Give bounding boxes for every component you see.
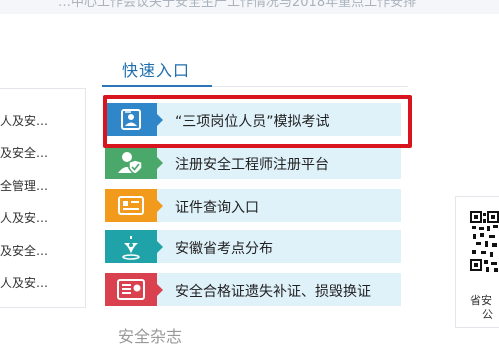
list-item[interactable]: 全管理… (0, 177, 48, 194)
active-tab-underline (102, 85, 212, 87)
list-item[interactable]: 及安全… (0, 242, 48, 259)
qr-caption-line2: 公 (482, 308, 493, 321)
safety-engineer-registration-link[interactable]: 注册安全工程师注册平台 (105, 146, 401, 179)
id-card-person-icon (105, 103, 163, 136)
certificate-reissue-label: 安全合格证遗失补证、损毁换证 (175, 284, 371, 300)
user-shield-icon (105, 146, 163, 179)
top-banner: …中心工作会议关于安全生产工作情况与2018年重点工作安排 (0, 0, 499, 14)
exam-locations-link[interactable]: 安徽省考点分布 (105, 230, 401, 263)
qr-code-icon (470, 210, 499, 274)
banner-text: …中心工作会议关于安全生产工作情况与2018年重点工作安排 (58, 0, 417, 10)
list-item[interactable]: 人及安… (0, 209, 48, 226)
exam-locations-label: 安徽省考点分布 (175, 241, 273, 257)
mock-exam-link[interactable]: “三项岗位人员”模拟考试 (105, 103, 401, 136)
list-item[interactable]: 及安全… (0, 144, 48, 161)
quick-entry-title[interactable]: 快速入口 (122, 57, 190, 81)
certificate-query-link[interactable]: 证件查询入口 (105, 189, 401, 222)
id-card-icon (105, 189, 163, 222)
magazine-section-title: 安全杂志 (118, 327, 183, 346)
certificate-query-label: 证件查询入口 (175, 200, 259, 216)
left-news-list: 人及安… 及安全… 全管理… 人及安… 及安全… 人及安… (0, 88, 86, 308)
list-item[interactable]: 人及安… (0, 274, 48, 291)
safety-engineer-label: 注册安全工程师注册平台 (175, 157, 329, 173)
certificate-reissue-link[interactable]: 安全合格证遗失补证、损毁换证 (105, 273, 401, 306)
location-pin-icon (105, 230, 163, 263)
section-divider (212, 86, 408, 87)
list-item[interactable]: 人及安… (0, 112, 48, 129)
mock-exam-label: “三项岗位人员”模拟考试 (175, 114, 330, 130)
certificate-icon (105, 273, 163, 306)
